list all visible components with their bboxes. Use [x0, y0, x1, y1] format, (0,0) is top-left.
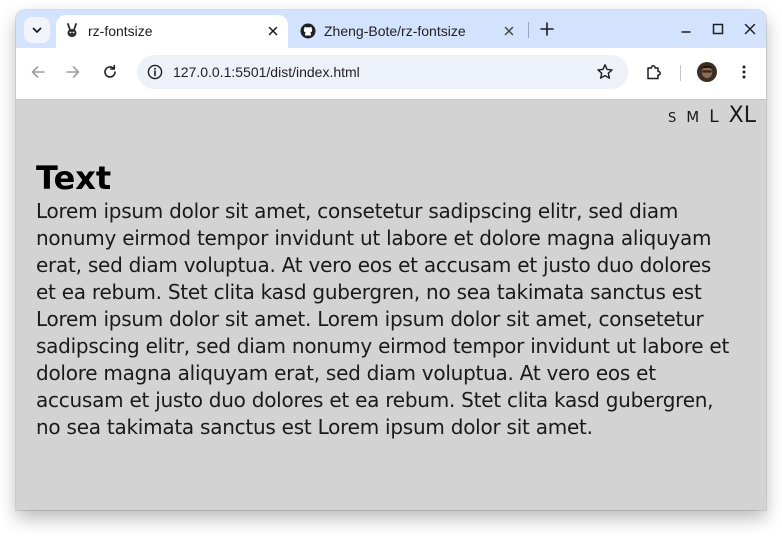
github-icon — [300, 23, 316, 39]
maximize-icon — [712, 23, 724, 35]
kebab-menu-icon — [742, 65, 746, 79]
reload-icon — [104, 64, 116, 78]
tab-title: rz-fontsize — [88, 23, 153, 39]
content-paragraph: Lorem ipsum dolor sit amet, consetetur s… — [36, 199, 730, 439]
plus-icon — [540, 22, 554, 36]
close-tab-icon[interactable] — [264, 22, 282, 40]
font-size-l-button[interactable]: L — [709, 109, 718, 126]
maximize-button[interactable] — [709, 20, 727, 38]
new-tab-button[interactable] — [536, 18, 558, 40]
font-size-xl-button[interactable]: XL — [729, 105, 756, 127]
arrow-left-icon — [31, 66, 45, 78]
tab-rz-fontsize[interactable]: rz-fontsize — [56, 15, 288, 48]
close-icon — [744, 23, 756, 35]
bunny-favicon-icon — [64, 23, 80, 39]
minimize-icon — [681, 31, 691, 33]
forward-button[interactable] — [62, 61, 84, 83]
close-window-button[interactable] — [741, 20, 759, 38]
extensions-button[interactable] — [643, 61, 665, 83]
minimize-button[interactable] — [677, 20, 695, 38]
info-icon[interactable] — [147, 64, 163, 80]
arrow-right-icon — [66, 66, 80, 78]
address-bar[interactable]: 127.0.0.1:5501/dist/index.html — [137, 55, 628, 89]
tab-search-button[interactable] — [24, 17, 50, 43]
browser-window: rz-fontsize Zheng-Bote/rz-fontsize 127.0… — [16, 10, 766, 510]
tab-title: Zheng-Bote/rz-fontsize — [324, 23, 466, 39]
font-size-s-button[interactable]: S — [668, 112, 676, 125]
puzzle-piece-icon — [647, 65, 661, 80]
reload-button[interactable] — [99, 61, 121, 83]
content-heading: Text — [36, 159, 112, 197]
bookmark-star-icon[interactable] — [596, 63, 614, 81]
chevron-down-icon — [32, 27, 42, 33]
close-tab-icon[interactable] — [500, 22, 518, 40]
toolbar-divider — [680, 65, 681, 81]
page-content: S M L XL Text Lorem ipsum dolor sit amet… — [16, 100, 766, 510]
font-size-m-button[interactable]: M — [686, 110, 699, 125]
browser-menu-button[interactable] — [733, 61, 755, 83]
back-button[interactable] — [27, 61, 49, 83]
avatar-icon — [697, 62, 717, 82]
tab-strip: rz-fontsize Zheng-Bote/rz-fontsize — [16, 10, 766, 48]
url-text[interactable]: 127.0.0.1:5501/dist/index.html — [173, 64, 360, 80]
browser-toolbar: 127.0.0.1:5501/dist/index.html — [16, 48, 766, 100]
font-size-switcher: S M L XL — [668, 105, 756, 127]
profile-avatar[interactable] — [697, 62, 717, 82]
tab-separator — [528, 22, 529, 38]
tab-github-repo[interactable]: Zheng-Bote/rz-fontsize — [292, 15, 524, 48]
